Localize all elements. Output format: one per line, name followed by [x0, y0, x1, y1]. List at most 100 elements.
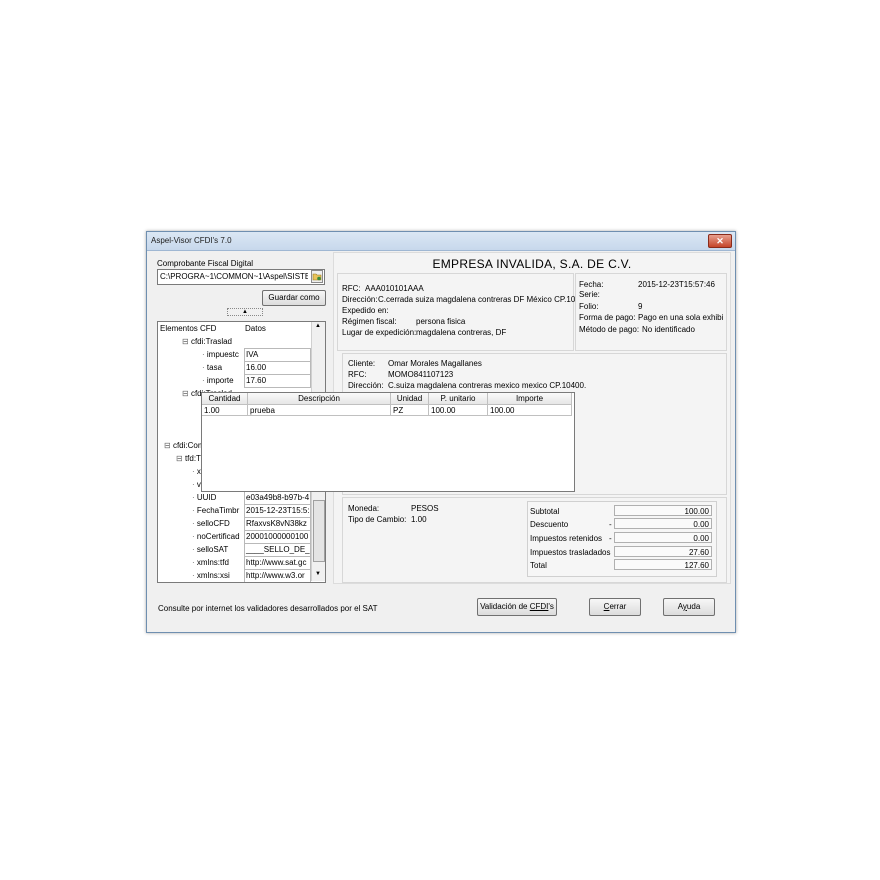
total-row: Impuestos trasladados 27.60 — [528, 546, 714, 559]
title-bar: Aspel-Visor CFDI's 7.0 ✕ — [147, 232, 735, 251]
total-label: Total — [530, 561, 547, 570]
ayuda-button[interactable]: Ayuda — [663, 598, 715, 616]
tree-node[interactable]: · impuestc — [202, 348, 241, 361]
validate-ul: CFDI — [529, 602, 549, 611]
tree-header-elements: Elementos CFD — [160, 324, 217, 333]
total-row: Descuento -0.00 — [528, 518, 714, 531]
tree-value-cell[interactable]: 20001000000100 — [244, 530, 311, 544]
moneda-label: Moneda: — [348, 504, 380, 513]
tree-node[interactable]: · selloCFD — [192, 517, 241, 530]
collapse-node-icon[interactable]: ⊟ — [182, 389, 191, 398]
cliente-label: Cliente: — [348, 359, 376, 368]
close-icon[interactable]: ✕ — [708, 234, 732, 248]
save-as-button[interactable]: Guardar como — [262, 290, 326, 306]
total-row: Impuestos retenidos -0.00 — [528, 532, 714, 545]
issuer-address-label: Dirección: — [342, 295, 378, 304]
tipo-cambio-label: Tipo de Cambio: — [348, 515, 407, 524]
path-value: C:\PROGRA~1\COMMON~1\Aspel\SISTE — [160, 272, 308, 281]
open-folder-icon[interactable] — [311, 270, 323, 283]
tree-header-datos: Datos — [245, 324, 266, 333]
forma-pago-label: Forma de pago: — [579, 313, 636, 322]
tree-value-cell[interactable]: IVA — [244, 348, 311, 362]
tree-node[interactable]: · importe — [202, 374, 241, 387]
cerrar-button[interactable]: Cerrar — [589, 598, 641, 616]
table-header[interactable]: Importe — [488, 393, 572, 405]
tree-value-cell[interactable]: http://www.sat.gc — [244, 556, 311, 570]
collapse-node-icon[interactable]: ⊟ — [176, 454, 185, 463]
table-header[interactable]: Descripción — [248, 393, 391, 405]
sat-note: Consulte por internet los validadores de… — [158, 604, 378, 613]
invoice-meta-section: Fecha: 2015-12-23T15:57:46 Serie: Folio:… — [575, 273, 727, 351]
issuer-section: RFC: AAA010101AAA Dirección: C.cerrada s… — [337, 273, 584, 351]
table-cell[interactable]: prueba — [248, 405, 391, 416]
metodo-pago-label: Método de pago: — [579, 325, 640, 334]
tree-node-label: noCertificad — [196, 532, 240, 541]
collapse-node-icon[interactable]: ⊟ — [164, 441, 173, 450]
total-dash: - — [609, 520, 612, 529]
tree-node-label: importe — [206, 376, 234, 385]
tree-value-cell[interactable]: ____SELLO_DE_ — [244, 543, 311, 557]
scroll-down-icon[interactable]: ▼ — [315, 571, 321, 577]
total-label: Subtotal — [530, 507, 560, 516]
tree-node[interactable]: · selloSAT — [192, 543, 241, 556]
window-title: Aspel-Visor CFDI's 7.0 — [151, 236, 232, 245]
table-header[interactable]: Cantidad — [202, 393, 248, 405]
total-label: Descuento — [530, 520, 569, 529]
tree-node-label: impuestc — [206, 350, 239, 359]
total-value: 0.00 — [614, 532, 712, 543]
tree-node-label: xmlns:tfd — [196, 558, 229, 567]
tree-node[interactable]: · UUID — [192, 491, 241, 504]
tree-node-label: UUID — [196, 493, 217, 502]
cliente-value: Omar Morales Magallanes — [388, 359, 482, 368]
items-table[interactable]: Cantidad Descripción Unidad P. unitario Impo… — [201, 392, 575, 492]
table-cell[interactable]: 100.00 — [488, 405, 572, 416]
tree-node-label: FechaTimbr — [196, 506, 240, 515]
tree-node-label: selloCFD — [196, 519, 230, 528]
total-value: 127.60 — [614, 559, 712, 570]
path-input[interactable]: C:\PROGRA~1\COMMON~1\Aspel\SISTE — [157, 269, 325, 285]
collapse-node-icon[interactable]: ⊟ — [182, 337, 191, 346]
tree-node[interactable]: · noCertificad — [192, 530, 241, 543]
tree-value-cell[interactable]: http://www.w3.or — [244, 569, 311, 582]
group-label: Comprobante Fiscal Digital — [157, 259, 254, 268]
expedido-label: Expedido en: — [342, 306, 389, 315]
tree-value-cell[interactable]: 17.60 — [244, 374, 311, 388]
scroll-up-icon[interactable]: ▲ — [315, 323, 321, 329]
lugar-label: Lugar de expedición: — [342, 328, 417, 337]
cerrar-rest: errar — [609, 602, 627, 611]
lugar-value: magdalena contreras, DF — [416, 328, 507, 337]
total-value: 27.60 — [614, 546, 712, 557]
folio-label: Folio: — [579, 302, 599, 311]
total-dash: - — [609, 534, 612, 543]
fecha-label: Fecha: — [579, 280, 604, 289]
folio-value: 9 — [638, 302, 643, 311]
tree-node[interactable]: ⊟ cfdi:Traslad — [182, 335, 232, 348]
table-cell[interactable]: PZ — [391, 405, 429, 416]
tree-value-cell[interactable]: 16.00 — [244, 361, 311, 375]
tree-node[interactable]: · tasa — [202, 361, 241, 374]
tipo-cambio-value: 1.00 — [411, 515, 427, 524]
scroll-thumb[interactable] — [313, 500, 325, 562]
tree-value-cell[interactable]: e03a49b8-b97b-4 — [244, 491, 311, 505]
tree-value-cell[interactable]: 2015-12-23T15:5: — [244, 504, 311, 518]
table-cell[interactable]: 100.00 — [429, 405, 488, 416]
tree-node[interactable]: · xmlns:xsi — [192, 569, 241, 582]
client-address-label: Dirección: — [348, 381, 384, 390]
moneda-value: PESOS — [411, 504, 439, 513]
tree-node-label: tasa — [206, 363, 223, 372]
table-header[interactable]: Unidad — [391, 393, 429, 405]
table-header[interactable]: P. unitario — [429, 393, 488, 405]
tree-node[interactable]: · xmlns:tfd — [192, 556, 241, 569]
total-value: 0.00 — [614, 518, 712, 529]
client-address: C.suiza magdalena contreras mexico mexic… — [388, 381, 587, 390]
total-row: Total 127.60 — [528, 559, 714, 572]
tree-node-label: cfdi:Traslad — [190, 337, 232, 346]
tree-node-label: xmlns:xsi — [196, 571, 230, 580]
validate-cfdi-button[interactable]: Validación de CFDI's — [477, 598, 557, 616]
tree-node[interactable]: · FechaTimbr — [192, 504, 241, 517]
collapse-grip[interactable]: ▲ — [227, 308, 263, 316]
regimen-value: persona fisica — [416, 317, 466, 326]
tree-value-cell[interactable]: RfaxvsK8vN38kz — [244, 517, 311, 531]
validate-post: 's — [548, 602, 554, 611]
table-cell[interactable]: 1.00 — [202, 405, 248, 416]
